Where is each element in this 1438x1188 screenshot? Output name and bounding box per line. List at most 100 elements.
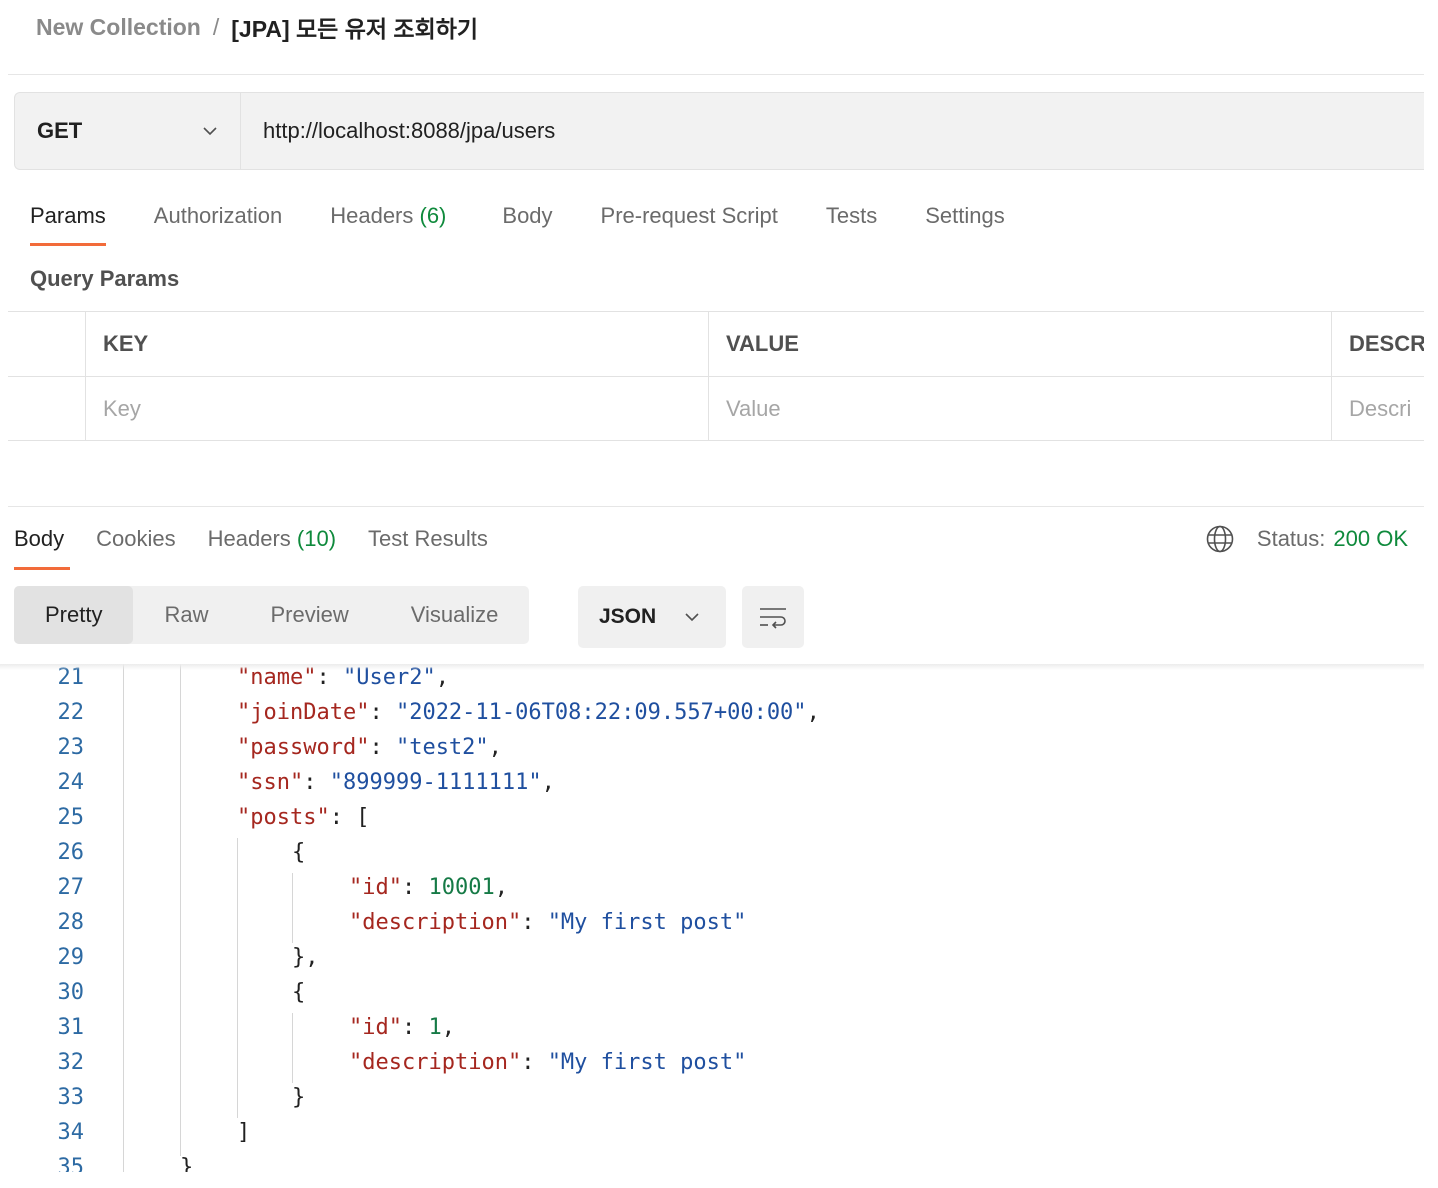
response-tab-headers-label: Headers (207, 526, 291, 551)
code-text: "password": "test2", (237, 730, 502, 765)
code-text: "posts": [ (237, 800, 369, 835)
json-punctuation: : (401, 875, 429, 900)
description-input[interactable]: Descri (1331, 377, 1424, 440)
value-input[interactable]: Value (708, 377, 1331, 440)
breadcrumb-request-name[interactable]: [JPA] 모든 유저 조회하기 (231, 10, 478, 44)
response-tab-cookies[interactable]: Cookies (96, 518, 175, 570)
wrap-lines-button[interactable] (742, 586, 804, 648)
format-select[interactable]: JSON (578, 586, 726, 648)
globe-icon[interactable] (1205, 524, 1235, 554)
json-punctuation: { (292, 980, 306, 1005)
line-number: 28 (57, 910, 85, 935)
json-punctuation: : (401, 1015, 429, 1040)
line-number: 25 (57, 805, 85, 830)
code-text: "id": 1, (349, 1010, 455, 1045)
line-number: 27 (57, 875, 85, 900)
view-mode-selector: Pretty Raw Preview Visualize (14, 586, 530, 644)
view-preview[interactable]: Preview (239, 586, 379, 644)
json-punctuation: : (303, 770, 330, 795)
code-line: 25 "posts": [ (0, 800, 1424, 835)
response-tabs: Body Cookies Headers (10) Test Results (14, 518, 520, 570)
line-number: 26 (57, 840, 85, 865)
breadcrumb-separator: / (212, 13, 220, 40)
response-tab-test-results[interactable]: Test Results (368, 518, 488, 570)
method-select[interactable]: GET (15, 93, 241, 169)
row-checkbox-column (8, 312, 85, 376)
query-params-table: KEY VALUE DESCR Key Value Descri (8, 311, 1424, 441)
chevron-down-icon (203, 127, 217, 136)
json-punctuation: : (369, 700, 396, 725)
query-params-title: Query Params (30, 266, 180, 291)
json-punctuation: } (180, 1155, 194, 1172)
table-header-row: KEY VALUE DESCR (8, 312, 1424, 376)
json-string: "My first post" (547, 910, 747, 935)
json-punctuation: : [ (329, 805, 370, 830)
tab-tests[interactable]: Tests (826, 196, 877, 246)
code-text: } (292, 1080, 305, 1115)
json-punctuation: } (292, 1085, 306, 1110)
column-header-value: VALUE (708, 312, 1331, 376)
url-input[interactable]: http://localhost:8088/jpa/users (241, 93, 1424, 169)
format-label: JSON (599, 605, 657, 628)
breadcrumb: New Collection / [JPA] 모든 유저 조회하기 (36, 10, 478, 44)
request-tabs: Params Authorization Headers (6) Body Pr… (30, 196, 1053, 248)
code-text: "description": "My first post" (349, 1045, 746, 1080)
line-number: 22 (57, 700, 85, 725)
wrap-lines-icon (760, 608, 786, 629)
code-line: 27 "id": 10001, (0, 870, 1424, 905)
code-text: "ssn": "899999-1111111", (237, 765, 555, 800)
line-number: 24 (57, 770, 85, 795)
code-line: 22 "joinDate": "2022-11-06T08:22:09.557+0… (0, 695, 1424, 730)
line-number: 34 (57, 1120, 85, 1145)
breadcrumb-collection[interactable]: New Collection (36, 14, 201, 41)
code-line: 28 "description": "My first post" (0, 905, 1424, 940)
view-raw[interactable]: Raw (133, 586, 239, 644)
json-key: "description" (349, 1050, 522, 1075)
tab-params[interactable]: Params (30, 196, 106, 246)
code-line: 31 "id": 1, (0, 1010, 1424, 1045)
line-number: 32 (57, 1050, 85, 1075)
column-header-description: DESCR (1331, 312, 1424, 376)
status-value[interactable]: 200 OK (1333, 526, 1408, 552)
json-punctuation: , (541, 770, 555, 795)
code-line: 35} (0, 1150, 1424, 1172)
code-line: 33} (0, 1080, 1424, 1115)
json-punctuation: ] (237, 1120, 251, 1145)
response-body-editor[interactable]: 21 "name": "User2", 22 "joinDate": "2022-11… (0, 664, 1424, 1172)
json-number: 1 (428, 1015, 442, 1040)
response-tab-body[interactable]: Body (14, 518, 71, 570)
response-tab-headers[interactable]: Headers (10) (208, 518, 336, 570)
tab-headers[interactable]: Headers (6) (330, 196, 446, 246)
code-line: 34] (0, 1115, 1424, 1150)
json-punctuation: }, (292, 945, 319, 970)
json-key: "joinDate" (237, 700, 370, 725)
tab-headers-count: (6) (419, 203, 447, 228)
json-punctuation: : (369, 735, 396, 760)
view-pretty[interactable]: Pretty (14, 586, 134, 644)
code-text: "description": "My first post" (349, 905, 746, 940)
tab-authorization[interactable]: Authorization (154, 196, 282, 246)
json-punctuation: , (494, 875, 508, 900)
json-string: "899999-1111111" (329, 770, 542, 795)
code-line: 30 { (0, 975, 1424, 1010)
json-punctuation: : (521, 1050, 548, 1075)
json-key: "posts" (237, 805, 330, 830)
line-number: 31 (57, 1015, 85, 1040)
line-number: 29 (57, 945, 85, 970)
tab-body[interactable]: Body (502, 196, 552, 246)
json-key: "id" (349, 875, 402, 900)
code-text: } (180, 1150, 193, 1172)
editor-top-shadow (0, 664, 1424, 670)
key-input[interactable]: Key (85, 377, 708, 440)
line-number: 35 (57, 1155, 85, 1172)
tab-settings[interactable]: Settings (925, 196, 1005, 246)
json-key: "description" (349, 910, 522, 935)
line-number: 33 (57, 1085, 85, 1110)
json-string: "test2" (395, 735, 489, 760)
json-number: 10001 (428, 875, 495, 900)
tab-pre-request-script[interactable]: Pre-request Script (601, 196, 778, 246)
row-checkbox-cell (8, 377, 85, 440)
response-divider[interactable] (8, 506, 1424, 507)
view-visualize[interactable]: Visualize (380, 586, 530, 644)
code-line: 32 "description": "My first post" (0, 1045, 1424, 1080)
